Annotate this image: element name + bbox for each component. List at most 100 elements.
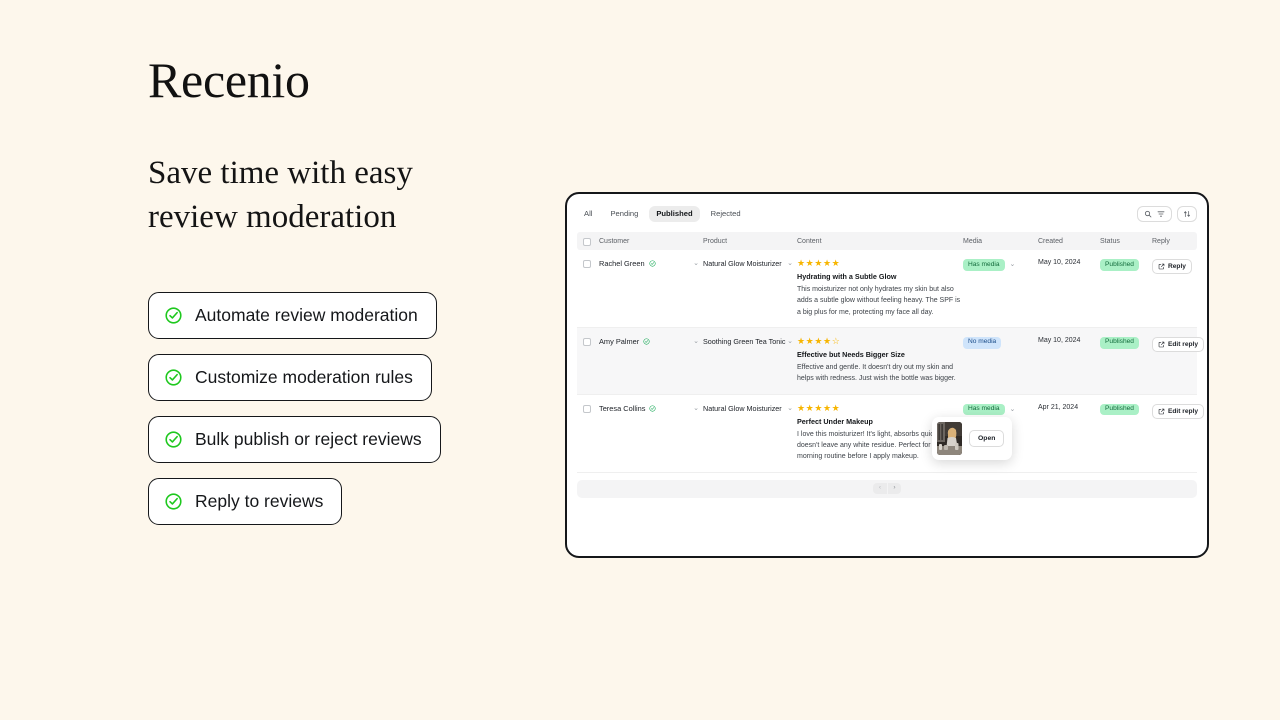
row-checkbox[interactable] [583, 337, 591, 346]
chevron-down-icon[interactable]: ⌄ [693, 260, 703, 267]
sort-button[interactable] [1177, 206, 1197, 222]
verified-check-icon [649, 405, 656, 412]
open-media-button[interactable]: Open [969, 429, 1005, 447]
edit-icon [1158, 408, 1165, 414]
tab-rejected[interactable]: Rejected [704, 206, 748, 222]
reply-button-label: Edit reply [1168, 407, 1199, 415]
check-circle-icon [165, 493, 182, 510]
marketing-panel: Recenio Save time with easy review moder… [148, 54, 548, 540]
customer-cell: Rachel Green ⌄ [599, 259, 703, 268]
feature-label: Automate review moderation [195, 304, 418, 325]
column-header-reply: Reply [1152, 237, 1170, 245]
table-row[interactable]: Rachel Green ⌄ Natural Glow Moisturizer … [577, 250, 1197, 328]
column-header-product: Product [703, 237, 728, 245]
feature-label: Customize moderation rules [195, 366, 413, 387]
feature-list: Automate review moderation Customize mod… [148, 291, 548, 540]
table-row[interactable]: Teresa Collins ⌄ Natural Glow Moisturize… [577, 395, 1205, 473]
status-badge: Published [1100, 259, 1139, 271]
created-date: May 10, 2024 [1038, 336, 1081, 344]
media-badge: No media [963, 336, 1002, 349]
media-cell: Has media ⌄ [963, 259, 1038, 271]
row-select-cell[interactable] [583, 259, 599, 268]
row-select-cell[interactable] [583, 337, 599, 346]
created-date: Apr 21, 2024 [1038, 403, 1079, 411]
feature-label: Reply to reviews [195, 490, 324, 511]
column-header-created: Created [1038, 237, 1063, 245]
feature-item-reply[interactable]: Reply to reviews [148, 477, 343, 525]
tab-published[interactable]: Published [649, 206, 700, 222]
search-icon[interactable] [1144, 210, 1152, 218]
status-badge: Published [1100, 336, 1139, 349]
product-name: Natural Glow Moisturizer [703, 403, 782, 413]
verified-check-icon [643, 338, 650, 345]
product-name: Soothing Green Tea Tonic [703, 336, 786, 346]
media-popover: Open [932, 416, 1013, 460]
star-rating: ★★★★☆ [797, 335, 841, 346]
media-cell: Has media ⌄ [963, 403, 1038, 416]
product-cell: Natural Glow Moisturizer ⌄ [703, 259, 797, 269]
edit-reply-button[interactable]: Edit reply [1152, 336, 1205, 352]
product-cell: Soothing Green Tea Tonic ⌄ [703, 337, 797, 347]
reply-button[interactable]: Reply [1152, 259, 1192, 274]
row-checkbox[interactable] [583, 404, 591, 413]
review-photo-thumbnail[interactable] [937, 421, 962, 455]
created-cell: May 10, 2024 [1038, 337, 1100, 344]
created-cell: Apr 21, 2024 [1038, 404, 1100, 411]
chevron-down-icon[interactable]: ⌄ [787, 404, 797, 412]
content-cell: ★★★★☆ Effective but Needs Bigger Size Ef… [797, 335, 963, 385]
chevron-down-icon[interactable]: ⌄ [693, 405, 703, 412]
reply-cell: Reply [1152, 259, 1207, 274]
column-header-customer: Customer [599, 237, 630, 245]
thumbnail-image [937, 421, 962, 455]
tab-all[interactable]: All [577, 206, 599, 222]
media-cell: No media [963, 336, 1038, 349]
edit-icon [1158, 263, 1165, 270]
search-filter-group[interactable] [1137, 206, 1172, 222]
filter-icon[interactable] [1157, 210, 1165, 218]
app-screenshot-card: All Pending Published Rejected Customer … [565, 192, 1209, 558]
star-rating: ★★★★★ [797, 258, 841, 268]
status-cell: Published [1100, 403, 1152, 416]
feature-item-automate[interactable]: Automate review moderation [148, 291, 437, 339]
check-circle-icon [165, 307, 182, 324]
select-all-checkbox[interactable] [583, 237, 591, 246]
created-date: May 10, 2024 [1038, 259, 1081, 266]
row-select-cell[interactable] [583, 404, 599, 413]
pagination-prev-button[interactable]: ‹ [873, 483, 887, 495]
media-badge[interactable]: Has media [963, 259, 1005, 271]
edit-reply-button[interactable]: Edit reply [1152, 403, 1205, 419]
review-title: Hydrating with a Subtle Glow [797, 272, 897, 281]
star-rating: ★★★★★ [797, 402, 841, 413]
sort-icon[interactable] [1183, 210, 1191, 218]
table-row[interactable]: Amy Palmer ⌄ Soothing Green Tea Tonic ⌄ … [577, 327, 1205, 395]
chevron-down-icon[interactable]: ⌄ [787, 259, 797, 267]
status-cell: Published [1100, 259, 1152, 271]
column-header-media: Media [963, 237, 983, 245]
reply-button-label: Edit reply [1168, 340, 1199, 348]
customer-name: Rachel Green [599, 259, 645, 268]
chevron-down-icon[interactable]: ⌄ [1010, 261, 1020, 268]
media-badge[interactable]: Has media [963, 403, 1005, 416]
customer-cell: Amy Palmer ⌄ [599, 337, 703, 346]
created-cell: May 10, 2024 [1038, 259, 1100, 266]
row-checkbox[interactable] [583, 260, 591, 268]
reviews-table: Customer Product Content Media Created S… [577, 232, 1205, 473]
chevron-down-icon[interactable]: ⌄ [787, 337, 797, 345]
edit-icon [1158, 341, 1165, 348]
brand-title: Recenio [148, 52, 310, 108]
column-header-content: Content [797, 237, 822, 245]
column-header-status: Status [1100, 237, 1120, 245]
feature-item-bulk-publish[interactable]: Bulk publish or reject reviews [148, 415, 441, 463]
page-headline: Save time with easy review moderation [148, 154, 413, 236]
check-circle-icon [165, 369, 182, 386]
chevron-down-icon[interactable]: ⌄ [1010, 406, 1020, 413]
reply-cell: Edit reply [1152, 336, 1207, 352]
select-all-cell[interactable] [583, 237, 599, 246]
verified-check-icon [649, 260, 656, 267]
product-cell: Natural Glow Moisturizer ⌄ [703, 404, 797, 414]
tab-pending[interactable]: Pending [603, 206, 645, 222]
pagination-next-button[interactable]: › [887, 483, 901, 495]
review-title: Effective but Needs Bigger Size [797, 349, 905, 359]
feature-item-customize[interactable]: Customize moderation rules [148, 353, 432, 401]
chevron-down-icon[interactable]: ⌄ [693, 338, 703, 345]
